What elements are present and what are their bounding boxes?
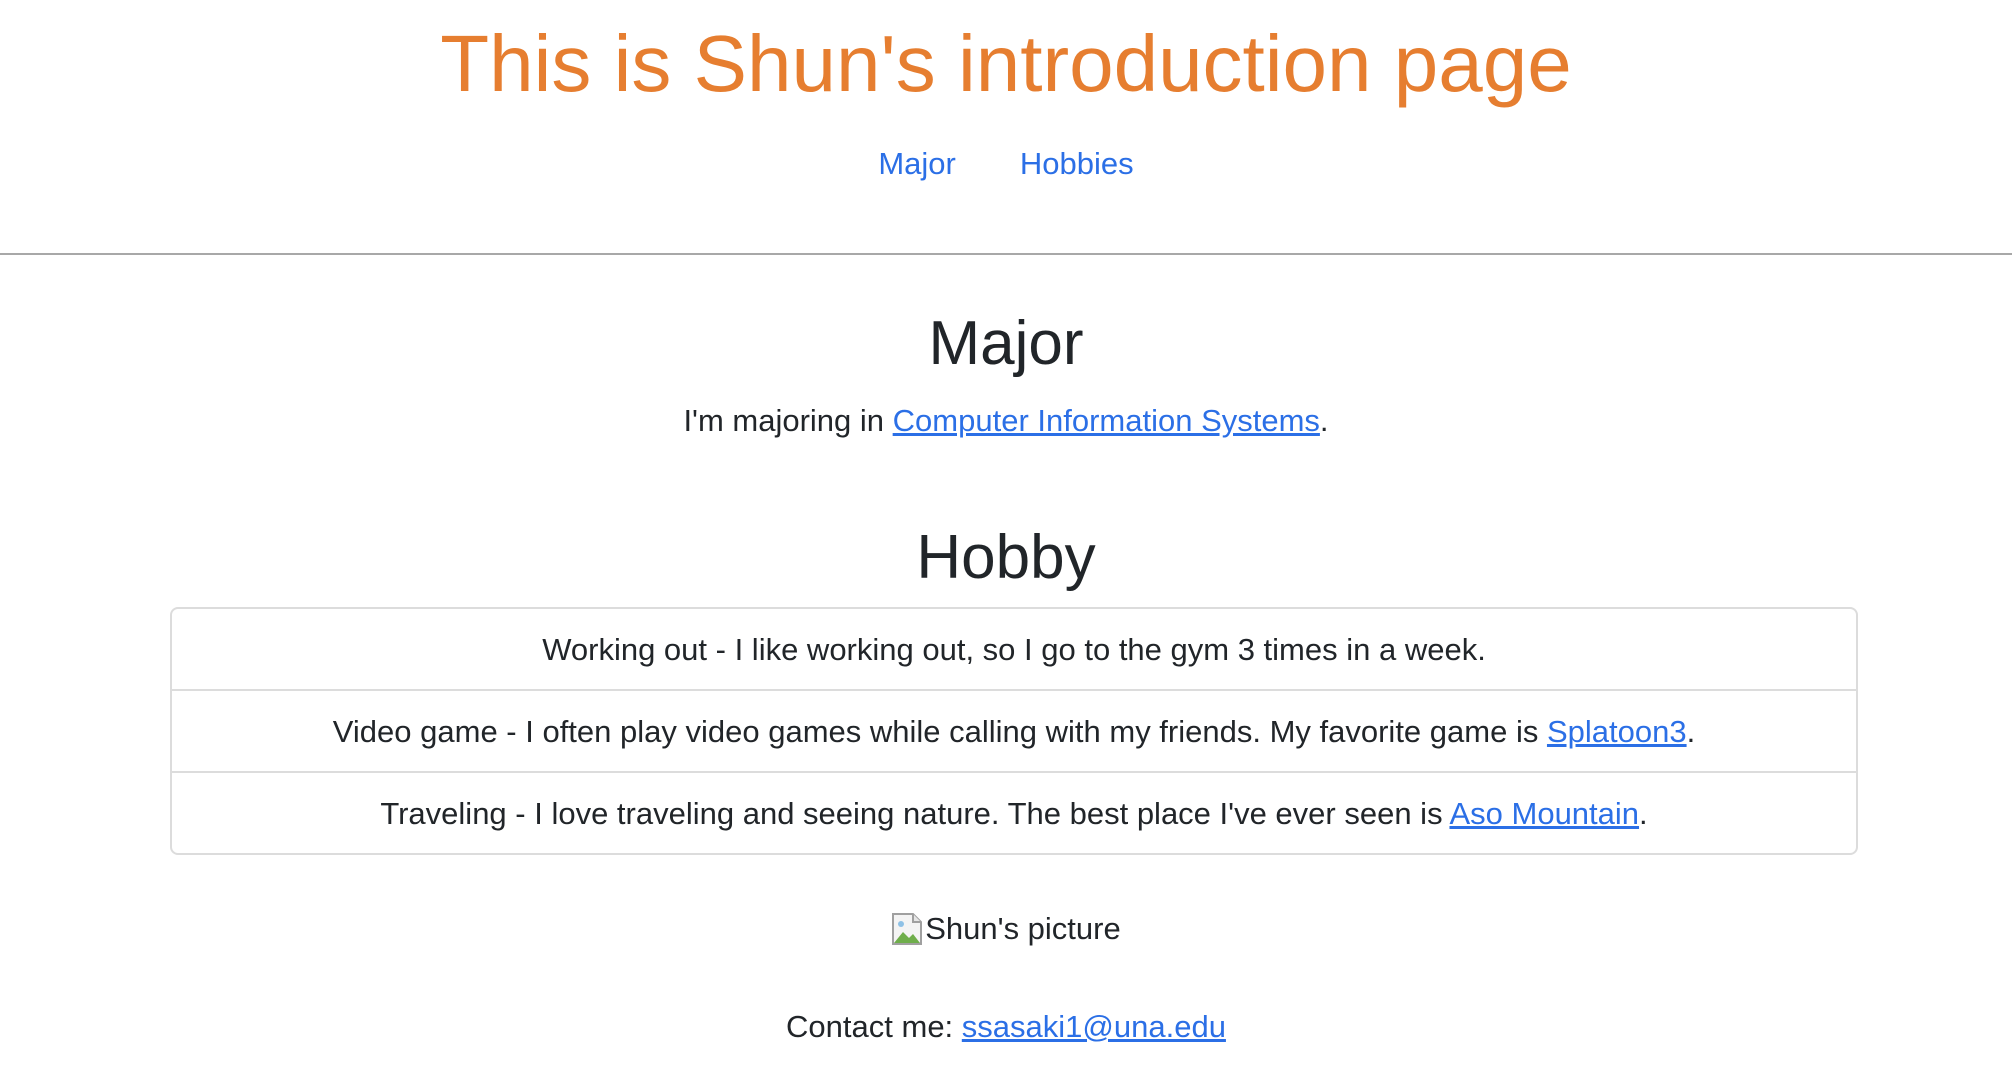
- top-nav: Major Hobbies: [0, 144, 2012, 184]
- hobby-heading: Hobby: [916, 523, 1096, 592]
- broken-image-icon: [891, 912, 923, 946]
- major-text: I'm majoring in Computer Information Sys…: [0, 400, 2012, 442]
- hobby-item-suffix: .: [1686, 714, 1696, 749]
- hobby-item-working-out: Working out - I like working out, so I g…: [172, 609, 1856, 691]
- page-title: This is Shun's introduction page: [440, 19, 1572, 108]
- major-link[interactable]: Computer Information Systems: [893, 403, 1320, 438]
- major-heading: Major: [928, 309, 1084, 378]
- hobby-item-text: Working out - I like working out, so I g…: [542, 632, 1486, 667]
- major-text-prefix: I'm majoring in: [683, 403, 893, 438]
- profile-picture: Shun's picture: [0, 908, 2012, 950]
- contact-line: Contact me: ssasaki1@una.edu: [0, 1006, 2012, 1048]
- splatoon3-link[interactable]: Splatoon3: [1547, 714, 1687, 749]
- email-link[interactable]: ssasaki1@una.edu: [962, 1009, 1226, 1044]
- hobby-item-text: Traveling - I love traveling and seeing …: [380, 796, 1450, 831]
- nav-link-major[interactable]: Major: [878, 144, 956, 184]
- nav-link-hobbies[interactable]: Hobbies: [1020, 144, 1134, 184]
- hobby-item-traveling: Traveling - I love traveling and seeing …: [172, 773, 1856, 853]
- header-divider: [0, 253, 2012, 255]
- hobby-item-suffix: .: [1639, 796, 1648, 831]
- aso-mountain-link[interactable]: Aso Mountain: [1449, 796, 1639, 831]
- hobby-list: Working out - I like working out, so I g…: [170, 607, 1858, 855]
- picture-alt-text: Shun's picture: [925, 911, 1121, 946]
- contact-label: Contact me:: [786, 1009, 962, 1044]
- hobby-item-text: Video game - I often play video games wh…: [332, 714, 1547, 749]
- hobby-item-video-game: Video game - I often play video games wh…: [172, 691, 1856, 773]
- major-text-suffix: .: [1319, 403, 1329, 438]
- page: This is Shun's introduction page Major H…: [0, 0, 2012, 1078]
